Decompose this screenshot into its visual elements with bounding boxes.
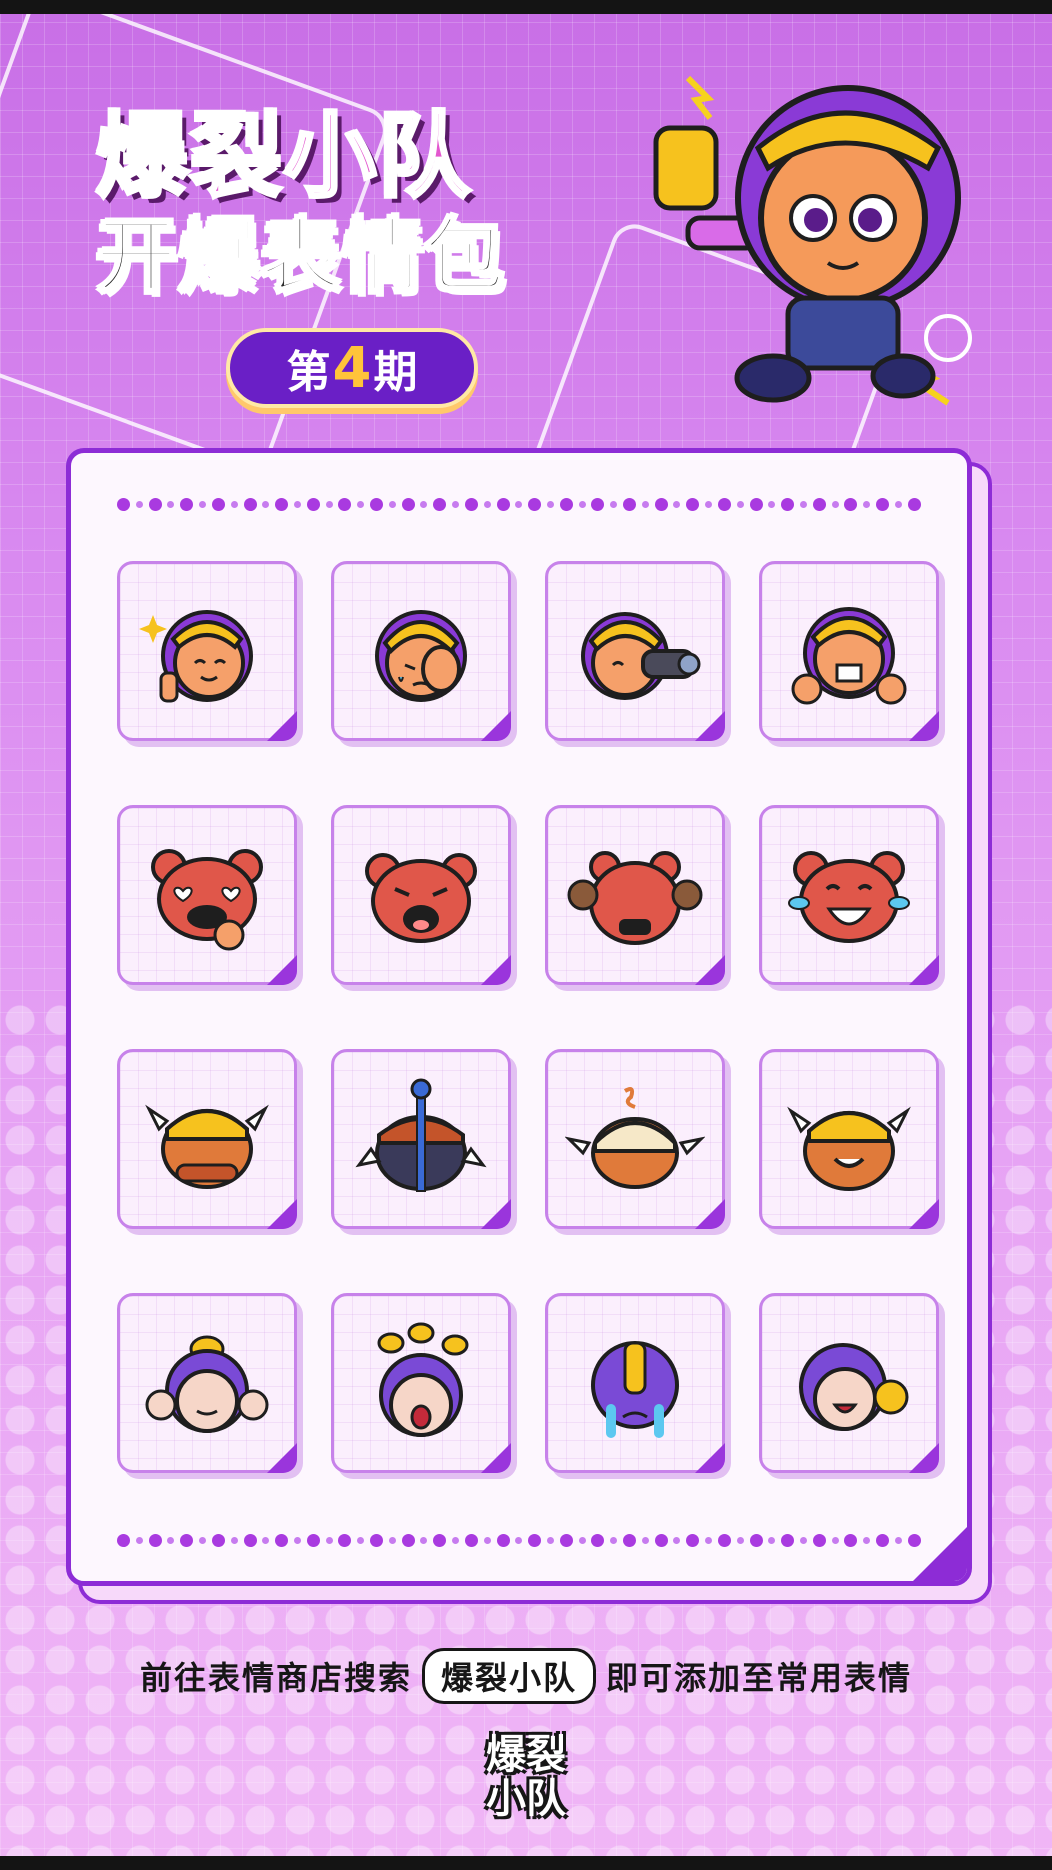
issue-number: 4 xyxy=(332,335,372,401)
issue-prefix: 第 xyxy=(286,347,331,398)
sticker-tile[interactable] xyxy=(759,805,939,985)
title-line-2: 开爆表情包 xyxy=(95,209,506,305)
sticker-tile[interactable] xyxy=(331,1049,511,1229)
logo-line-1: 爆裂 xyxy=(486,1732,566,1778)
footer-text-before: 前往表情商店搜索 xyxy=(139,1659,412,1697)
sticker-grid xyxy=(117,561,939,1473)
shelly-grin-thumbs-icon xyxy=(791,607,907,705)
footer-instruction: 前往表情商店搜索 爆裂小队 即可添加至常用表情 xyxy=(0,1648,1052,1704)
corner-frame xyxy=(0,0,1052,14)
winged-helmet-scepter-icon xyxy=(355,1078,487,1192)
bee-hood-laughing-icon xyxy=(799,1343,909,1431)
bear-heart-eyes-icon xyxy=(151,849,263,951)
bear-crying-icon xyxy=(365,853,477,943)
winged-helmet-sleeping-icon xyxy=(565,1087,705,1189)
bear-hands-up-icon xyxy=(567,851,703,945)
sticker-tile[interactable] xyxy=(759,1293,939,1473)
sticker-tile[interactable] xyxy=(545,1293,725,1473)
dot-divider-top xyxy=(117,493,921,515)
mascot-shelly-illustration xyxy=(653,75,972,406)
sticker-tile[interactable] xyxy=(117,1293,297,1473)
sticker-tile[interactable] xyxy=(331,561,511,741)
footer-text-after: 即可添加至常用表情 xyxy=(606,1659,913,1697)
issue-badge: 第 4 期 xyxy=(226,328,478,408)
sticker-tile[interactable] xyxy=(331,1293,511,1473)
brand-logo: 爆裂 小队 xyxy=(456,1722,596,1832)
shelly-binoculars-icon xyxy=(581,612,701,700)
sticker-panel xyxy=(66,448,972,1586)
bee-hood-flex-icon xyxy=(145,1335,269,1433)
sticker-tile[interactable] xyxy=(117,805,297,985)
winged-helmet-giggle-icon xyxy=(787,1106,911,1191)
bee-hood-crying-icon xyxy=(591,1341,679,1438)
sticker-tile[interactable] xyxy=(759,561,939,741)
logo-line-2: 小队 xyxy=(486,1776,566,1822)
sticker-tile[interactable] xyxy=(545,805,725,985)
sticker-tile[interactable] xyxy=(331,805,511,985)
sticker-tile[interactable] xyxy=(545,1049,725,1229)
issue-suffix: 期 xyxy=(373,347,418,398)
shelly-facepalm-icon xyxy=(375,610,467,702)
bear-laugh-tears-icon xyxy=(788,851,910,943)
winged-helmet-arms-crossed-icon xyxy=(145,1104,269,1189)
shelly-peace-wink-icon xyxy=(139,610,253,703)
panel-corner-deco xyxy=(911,1525,967,1581)
corner-frame xyxy=(0,1856,1052,1870)
sticker-tile[interactable] xyxy=(117,1049,297,1229)
sticker-tile[interactable] xyxy=(759,1049,939,1229)
bee-hood-shouting-icon xyxy=(377,1322,469,1437)
dot-divider-bottom xyxy=(117,1529,921,1551)
sticker-tile[interactable] xyxy=(545,561,725,741)
sticker-tile[interactable] xyxy=(117,561,297,741)
footer-search-tag: 爆裂小队 xyxy=(421,1648,596,1704)
